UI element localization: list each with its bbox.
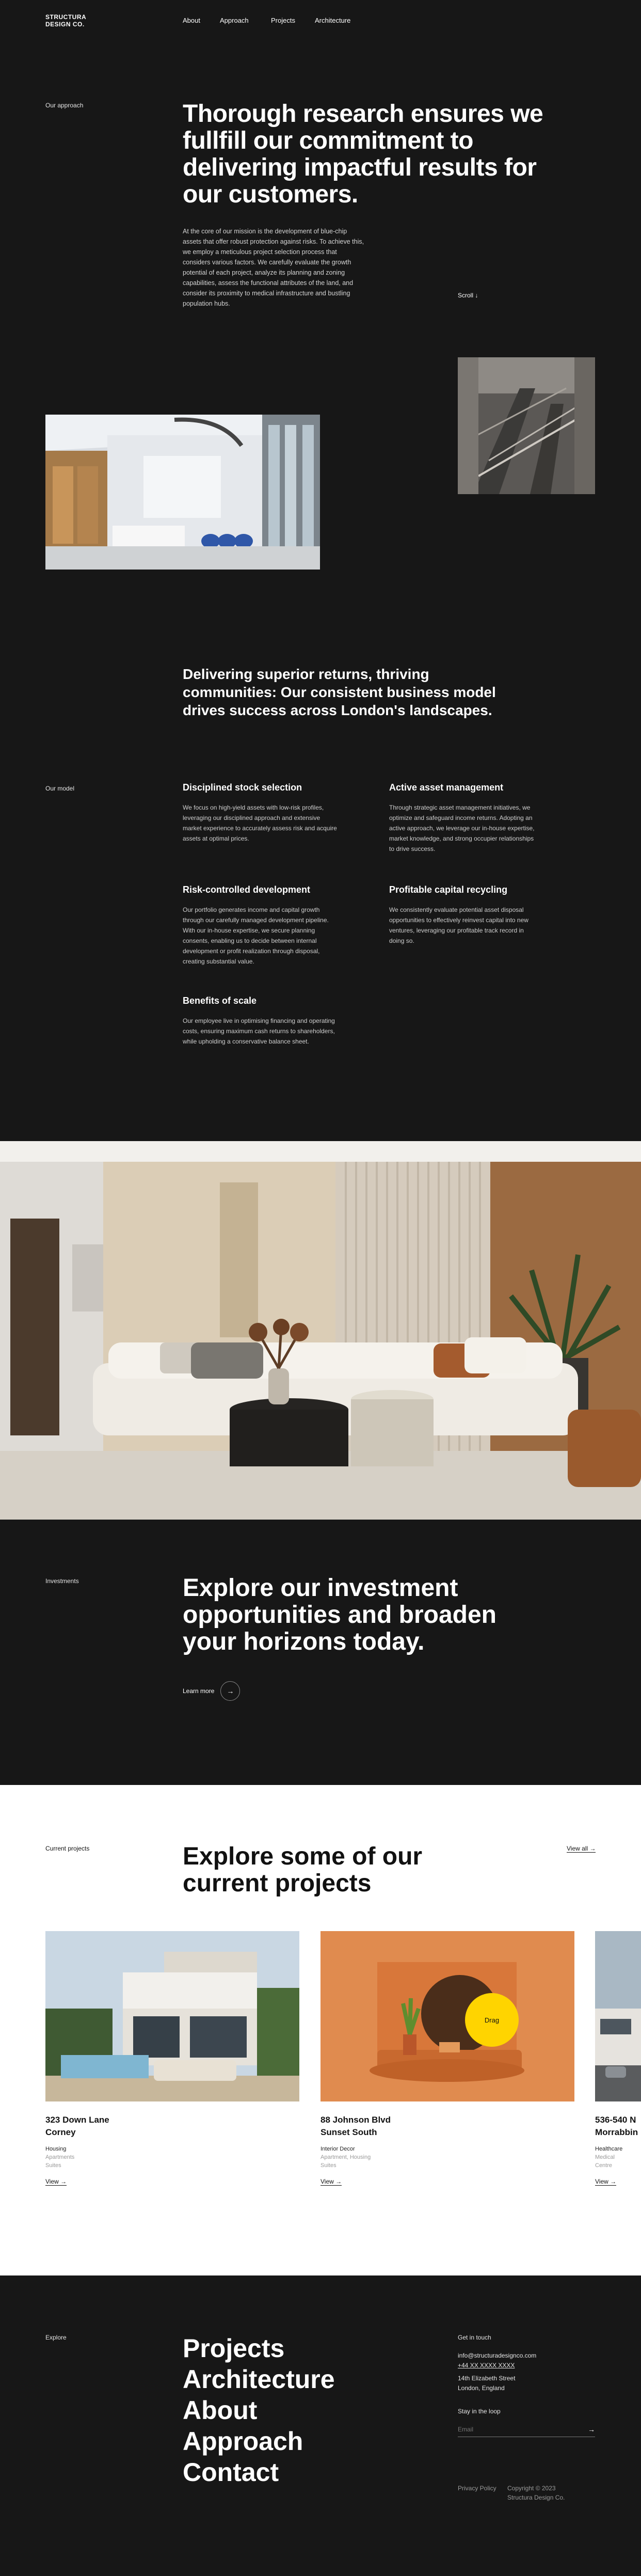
- project-title-line: Sunset South: [320, 2127, 377, 2137]
- project-title-line: Corney: [45, 2127, 76, 2137]
- privacy-policy-link[interactable]: Privacy Policy: [458, 2484, 496, 2493]
- project-title-line: 323 Down Lane: [45, 2115, 109, 2125]
- investments-title: Explore our investment opportunities and…: [183, 1574, 496, 1655]
- project-image: [320, 1931, 574, 2101]
- intro-title: Thorough research ensures we fullfill ou…: [183, 100, 543, 208]
- project-title-line: 536-540 N: [595, 2115, 636, 2125]
- view-all-link[interactable]: View all →: [567, 1845, 596, 1853]
- project-view-label: View: [595, 2178, 608, 2185]
- logo-line-1: STRUCTURA: [45, 13, 87, 21]
- contact-email-link[interactable]: info@structuradesignco.com: [458, 2351, 595, 2361]
- project-tag: Housing: [45, 2146, 67, 2152]
- address-line-1: 14th Elizabeth Street: [458, 2375, 516, 2382]
- project-title: 323 Down Lane Corney: [45, 2114, 299, 2139]
- logo-line-2: DESIGN CO.: [45, 21, 85, 28]
- project-card[interactable]: 323 Down Lane Corney Housing Apartments …: [45, 1931, 299, 2186]
- project-subtype: Apartments: [45, 2154, 75, 2160]
- address-line-2: London, England: [458, 2384, 505, 2392]
- feature-text: Our portfolio generates income and capit…: [183, 906, 329, 965]
- investments-section-label: Investments: [45, 1577, 79, 1585]
- project-view-label: View: [45, 2178, 59, 2185]
- project-subtype: Centre: [595, 2162, 613, 2169]
- logo[interactable]: STRUCTURA DESIGN CO.: [45, 13, 86, 28]
- feature-title: Benefits of scale: [183, 995, 257, 1006]
- model-section-label: Our model: [45, 785, 75, 792]
- learn-more-label: Learn more: [183, 1687, 215, 1695]
- project-card[interactable]: 536-540 N Morrabbin Healthcare Medical C…: [595, 1931, 641, 2186]
- contact-label: Get in touch: [458, 2334, 491, 2341]
- projects-section-label: Current projects: [45, 1845, 90, 1852]
- projects-title: Explore some of our current projects: [183, 1843, 423, 1897]
- arrow-down-icon: ↓: [475, 292, 478, 299]
- view-all-label: View all: [567, 1845, 588, 1852]
- footer-link-approach[interactable]: Approach: [183, 2426, 335, 2457]
- arrow-right-icon: →: [220, 1681, 241, 1701]
- copyright-line-2: Structura Design Co.: [507, 2494, 565, 2501]
- nav-architecture-link[interactable]: Architecture: [315, 17, 350, 24]
- feature-risk-controlled: Risk-controlled development Our portfoli…: [183, 884, 338, 967]
- scroll-indicator[interactable]: Scroll ↓: [458, 292, 478, 299]
- living-room-photo: [0, 1141, 641, 1520]
- project-view-link[interactable]: View →: [595, 2178, 617, 2186]
- footer-link-contact[interactable]: Contact: [183, 2457, 335, 2488]
- drag-cursor[interactable]: Drag: [465, 1993, 519, 2047]
- project-view-label: View: [320, 2178, 334, 2185]
- feature-title: Active asset management: [389, 782, 504, 793]
- project-subtype: Medical: [595, 2154, 615, 2160]
- copyright: Copyright © 2023 Structura Design Co.: [507, 2484, 565, 2502]
- submit-arrow-icon[interactable]: →: [588, 2425, 595, 2433]
- footer-link-architecture[interactable]: Architecture: [183, 2364, 335, 2395]
- footer-nav: Projects Architecture About Approach Con…: [183, 2333, 335, 2488]
- nav-approach-link[interactable]: Approach: [220, 17, 249, 24]
- project-tag: Healthcare: [595, 2146, 623, 2152]
- footer-link-projects[interactable]: Projects: [183, 2333, 335, 2364]
- project-subtype: Suites: [45, 2162, 61, 2169]
- staircase-photo: [458, 357, 595, 494]
- project-view-link[interactable]: View →: [45, 2178, 67, 2186]
- feature-disciplined-stock: Disciplined stock selection We focus on …: [183, 782, 338, 844]
- project-title-line: 88 Johnson Blvd: [320, 2115, 391, 2125]
- footer-explore-label: Explore: [45, 2334, 67, 2341]
- model-headline: Delivering superior returns, thriving co…: [183, 666, 496, 718]
- project-image: [595, 1931, 641, 2101]
- project-title-line: Morrabbin: [595, 2127, 638, 2137]
- feature-title: Disciplined stock selection: [183, 782, 302, 793]
- contact-phone-link[interactable]: +44 XX XXXX XXXX: [458, 2361, 595, 2370]
- intro-body: At the core of our mission is the develo…: [183, 228, 364, 307]
- project-view-link[interactable]: View →: [320, 2178, 342, 2186]
- projects-section: Current projects Explore some of our cur…: [0, 1785, 641, 2275]
- footer-contact: Get in touch info@structuradesignco.com …: [458, 2333, 595, 2437]
- feature-text: Through strategic asset management initi…: [389, 804, 535, 852]
- feature-active-asset: Active asset management Through strategi…: [389, 782, 539, 854]
- feature-title: Profitable capital recycling: [389, 884, 508, 895]
- project-title: 536-540 N Morrabbin: [595, 2114, 641, 2139]
- copyright-line-1: Copyright © 2023: [507, 2485, 556, 2492]
- project-image: [45, 1931, 299, 2101]
- project-title: 88 Johnson Blvd Sunset South: [320, 2114, 574, 2139]
- project-subtype: Apartment, Housing: [320, 2154, 371, 2160]
- feature-text: Our employee live in optimising financin…: [183, 1017, 335, 1045]
- footer-link-about[interactable]: About: [183, 2395, 335, 2426]
- scroll-label: Scroll: [458, 292, 474, 299]
- office-lobby-photo: [45, 415, 320, 570]
- nav-about-link[interactable]: About: [183, 17, 200, 24]
- feature-benefits-scale: Benefits of scale Our employee live in o…: [183, 995, 338, 1047]
- newsletter-form: →: [458, 2422, 595, 2437]
- feature-text: We focus on high-yield assets with low-r…: [183, 804, 337, 842]
- feature-text: We consistently evaluate potential asset…: [389, 906, 528, 944]
- learn-more-button[interactable]: Learn more →: [183, 1681, 241, 1701]
- project-subtype: Suites: [320, 2162, 336, 2169]
- feature-capital-recycling: Profitable capital recycling We consiste…: [389, 884, 539, 946]
- intro-section-label: Our approach: [45, 102, 84, 109]
- newsletter-label: Stay in the loop: [458, 2408, 501, 2415]
- project-tag: Interior Decor: [320, 2146, 355, 2152]
- project-card[interactable]: Drag 88 Johnson Blvd Sunset South Interi…: [320, 1931, 574, 2186]
- newsletter-email-input[interactable]: [458, 2425, 588, 2433]
- feature-title: Risk-controlled development: [183, 884, 311, 895]
- nav-projects-link[interactable]: Projects: [271, 17, 295, 24]
